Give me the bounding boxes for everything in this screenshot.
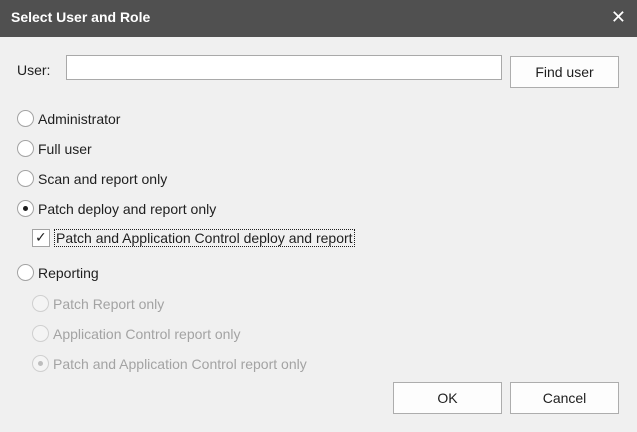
user-input[interactable] bbox=[66, 55, 502, 80]
checkmark-icon: ✓ bbox=[35, 229, 47, 245]
role-label: Administrator bbox=[38, 110, 121, 127]
user-label: User: bbox=[17, 62, 51, 78]
role-full-user[interactable]: Full user bbox=[17, 140, 92, 157]
radio-icon bbox=[32, 295, 49, 312]
reporting-patch-app-control-report-only: Patch and Application Control report onl… bbox=[32, 355, 307, 372]
reporting-label: Application Control report only bbox=[53, 325, 241, 342]
role-label: Full user bbox=[38, 140, 92, 157]
reporting-patch-report-only: Patch Report only bbox=[32, 295, 164, 312]
radio-selected-icon bbox=[32, 355, 49, 372]
role-label: Patch deploy and report only bbox=[38, 200, 217, 217]
role-administrator[interactable]: Administrator bbox=[17, 110, 120, 127]
patch-app-control-deploy-option[interactable]: ✓ Patch and Application Control deploy a… bbox=[32, 229, 355, 247]
title-bar: Select User and Role ✕ bbox=[0, 0, 637, 37]
radio-icon[interactable] bbox=[17, 140, 34, 157]
role-patch-deploy-and-report[interactable]: Patch deploy and report only bbox=[17, 200, 216, 217]
role-scan-and-report[interactable]: Scan and report only bbox=[17, 170, 167, 187]
reporting-app-control-report-only: Application Control report only bbox=[32, 325, 241, 342]
reporting-label: Patch and Application Control report onl… bbox=[53, 355, 307, 372]
radio-icon[interactable] bbox=[17, 110, 34, 127]
radio-icon bbox=[32, 325, 49, 342]
reporting-label: Patch Report only bbox=[53, 295, 165, 312]
checkbox-label: Patch and Application Control deploy and… bbox=[54, 229, 355, 247]
radio-selected-icon[interactable] bbox=[17, 200, 34, 217]
ok-button[interactable]: OK bbox=[393, 382, 502, 414]
checkbox-icon[interactable]: ✓ bbox=[32, 229, 50, 247]
cancel-button[interactable]: Cancel bbox=[510, 382, 619, 414]
close-icon[interactable]: ✕ bbox=[611, 7, 626, 27]
radio-icon[interactable] bbox=[17, 264, 34, 281]
find-user-button[interactable]: Find user bbox=[510, 56, 619, 88]
role-label: Reporting bbox=[38, 264, 99, 281]
dialog-title: Select User and Role bbox=[11, 9, 151, 25]
select-user-role-dialog: Select User and Role ✕ User: Find user A… bbox=[0, 0, 637, 432]
role-reporting[interactable]: Reporting bbox=[17, 264, 99, 281]
role-label: Scan and report only bbox=[38, 170, 168, 187]
radio-icon[interactable] bbox=[17, 170, 34, 187]
